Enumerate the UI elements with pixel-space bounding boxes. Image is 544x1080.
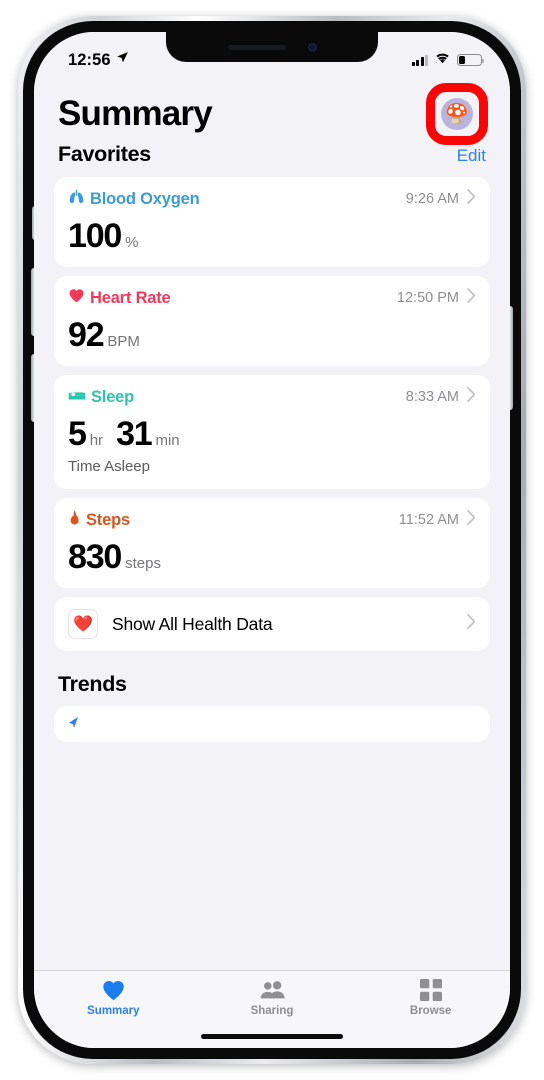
show-all-health-data-label: Show All Health Data: [112, 613, 273, 634]
location-arrow-icon: [116, 51, 129, 69]
card-unit-minutes: min: [155, 432, 180, 449]
heart-filled-icon: [101, 978, 126, 1002]
trend-arrow-icon: [68, 716, 79, 730]
card-label: Heart Rate: [68, 288, 171, 308]
card-meta: 8:33 AM: [406, 387, 476, 407]
card-meta: 9:26 AM: [406, 189, 476, 209]
card-meta: 11:52 AM: [399, 510, 476, 530]
chevron-right-icon: [467, 387, 476, 407]
favorite-card-heart-rate[interactable]: Heart Rate 12:50 PM 92 BPM: [54, 276, 490, 366]
home-indicator[interactable]: [201, 1034, 343, 1039]
card-value: 100: [68, 217, 122, 255]
card-unit-hours: hr: [89, 432, 104, 449]
status-bar-clock: 12:56: [68, 50, 111, 69]
card-meta: 12:50 PM: [397, 288, 476, 308]
battery-icon: [457, 54, 485, 66]
trends-section-title: Trends: [58, 672, 127, 696]
card-title: Heart Rate: [90, 288, 171, 307]
profile-avatar-icon[interactable]: 🍄: [441, 98, 473, 130]
card-label: Blood Oxygen: [68, 189, 200, 209]
health-app-icon: ❤️: [68, 609, 98, 639]
favorite-card-sleep[interactable]: Sleep 8:33 AM 5 hr 31 min Time Asleep: [54, 375, 490, 489]
card-value-hours: 5: [68, 415, 87, 453]
card-value: 92: [68, 316, 105, 354]
favorites-section-header: Favorites Edit: [54, 138, 490, 177]
tab-summary[interactable]: Summary: [34, 978, 193, 1017]
grid-icon: [419, 978, 442, 1002]
card-unit: BPM: [107, 333, 140, 350]
footsteps-flame-icon: [68, 510, 81, 530]
chevron-right-icon: [467, 614, 476, 634]
wifi-icon: [434, 51, 451, 69]
heart-icon: [68, 288, 85, 308]
card-subtitle: Time Asleep: [68, 458, 150, 475]
card-value-minutes: 31: [116, 415, 153, 453]
bed-icon: [68, 388, 86, 407]
status-bar-right: [411, 51, 485, 69]
card-unit: steps: [125, 555, 161, 572]
status-bar-left: 12:56: [68, 51, 129, 70]
lungs-icon: [68, 189, 85, 209]
card-header: Heart Rate 12:50 PM: [68, 288, 476, 308]
phone-device-frame: 12:56 Summary 🍄 Favorites Edit Blood Oxy…: [18, 16, 526, 1064]
card-timestamp: 12:50 PM: [396, 290, 459, 306]
card-value-row: 5 hr 31 min: [68, 417, 476, 451]
tab-browse[interactable]: Browse: [351, 978, 510, 1017]
card-label: Steps: [68, 510, 130, 530]
summary-scroll-view[interactable]: Summary 🍄 Favorites Edit Blood Oxygen 9:…: [34, 32, 510, 970]
front-camera-icon: [307, 42, 317, 52]
card-timestamp: 11:52 AM: [398, 512, 459, 528]
card-label: Sleep: [68, 388, 134, 407]
card-value-row: 100 %: [68, 219, 476, 253]
card-timestamp: 8:33 AM: [405, 389, 459, 405]
card-value: 830: [68, 538, 122, 576]
phone-bezel: 12:56 Summary 🍄 Favorites Edit Blood Oxy…: [23, 21, 521, 1059]
card-timestamp: 9:26 AM: [405, 191, 459, 207]
card-value-row: 830 steps: [68, 540, 476, 574]
people-icon: [258, 978, 286, 1002]
card-title: Blood Oxygen: [90, 189, 200, 208]
tab-summary-label: Summary: [87, 1005, 140, 1017]
chevron-right-icon: [467, 288, 476, 308]
phone-screen: 12:56 Summary 🍄 Favorites Edit Blood Oxy…: [34, 32, 510, 1048]
card-header: Steps 11:52 AM: [68, 510, 476, 530]
favorite-card-blood-oxygen[interactable]: Blood Oxygen 9:26 AM 100 %: [54, 177, 490, 267]
card-title: Steps: [86, 510, 130, 529]
tab-sharing-label: Sharing: [250, 1005, 294, 1017]
card-value-row: 92 BPM: [68, 318, 476, 352]
card-header: Sleep 8:33 AM: [68, 387, 476, 407]
show-all-health-data-row[interactable]: ❤️ Show All Health Data: [54, 597, 490, 651]
notch: [166, 32, 378, 62]
cellular-signal-icon: [411, 54, 428, 66]
chevron-right-icon: [467, 510, 476, 530]
card-unit: %: [125, 234, 139, 251]
earpiece-speaker-icon: [227, 44, 286, 50]
favorites-title: Favorites: [58, 142, 151, 166]
card-title: Sleep: [91, 387, 135, 406]
page-title: Summary: [58, 94, 213, 133]
profile-avatar-button[interactable]: 🍄: [426, 83, 488, 145]
edit-button[interactable]: Edit: [457, 146, 486, 166]
card-header: Blood Oxygen 9:26 AM: [68, 189, 476, 209]
chevron-right-icon: [467, 189, 476, 209]
favorite-card-steps[interactable]: Steps 11:52 AM 830 steps: [54, 498, 490, 588]
tab-sharing[interactable]: Sharing: [193, 978, 352, 1017]
trends-card[interactable]: [54, 706, 490, 742]
tab-browse-label: Browse: [409, 1005, 452, 1017]
